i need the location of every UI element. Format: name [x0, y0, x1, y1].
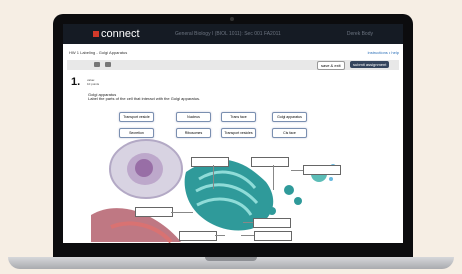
brand-logo[interactable]: connect	[93, 28, 140, 40]
question-number: 1.	[71, 76, 81, 88]
leader-line	[243, 222, 253, 223]
submit-assignment-button[interactable]: submit assignment	[350, 61, 390, 68]
drop-target[interactable]	[191, 157, 229, 167]
course-title: General Biology I (BIOL 1011): Sec 001 F…	[175, 31, 281, 37]
user-name[interactable]: Derek Body	[347, 31, 373, 37]
camera-icon	[230, 17, 234, 21]
golgi-illustration	[91, 139, 339, 243]
label-chip[interactable]: Golgi apparatus	[272, 112, 307, 122]
leader-line	[171, 212, 193, 213]
leader-line	[241, 235, 254, 236]
laptop-notch	[205, 257, 257, 261]
browser-screen: connect General Biology I (BIOL 1011): S…	[63, 24, 403, 243]
app-header: connect General Biology I (BIOL 1011): S…	[63, 24, 403, 44]
leader-line	[273, 165, 274, 190]
logo-mark-icon	[93, 31, 99, 37]
assignment-toolbar: save & exit submit assignment	[67, 60, 399, 70]
print-icon[interactable]	[105, 62, 111, 67]
breadcrumb: HW 1 Labeling - Golgi Apparatus	[69, 50, 128, 55]
leader-line	[215, 235, 225, 236]
golgi-diagram	[91, 127, 381, 243]
question-info: value: 10 points	[87, 78, 100, 86]
leader-line	[291, 170, 303, 171]
drop-target[interactable]	[179, 231, 217, 241]
question-title: Golgi apparatus Label the parts of the c…	[88, 92, 201, 101]
drop-target[interactable]	[135, 207, 173, 217]
drop-target[interactable]	[303, 165, 341, 175]
label-chip[interactable]: Nucleus	[176, 112, 211, 122]
label-chip[interactable]: Trans face	[221, 112, 256, 122]
label-chip[interactable]: Transport vesicle	[119, 112, 154, 122]
save-exit-button[interactable]: save & exit	[317, 61, 345, 70]
leader-line	[213, 165, 214, 189]
instructions-help-link[interactable]: instructions • help	[368, 50, 399, 55]
drop-target[interactable]	[253, 218, 291, 228]
drop-target[interactable]	[251, 157, 289, 167]
drop-target[interactable]	[254, 231, 292, 241]
save-icon[interactable]	[94, 62, 100, 67]
